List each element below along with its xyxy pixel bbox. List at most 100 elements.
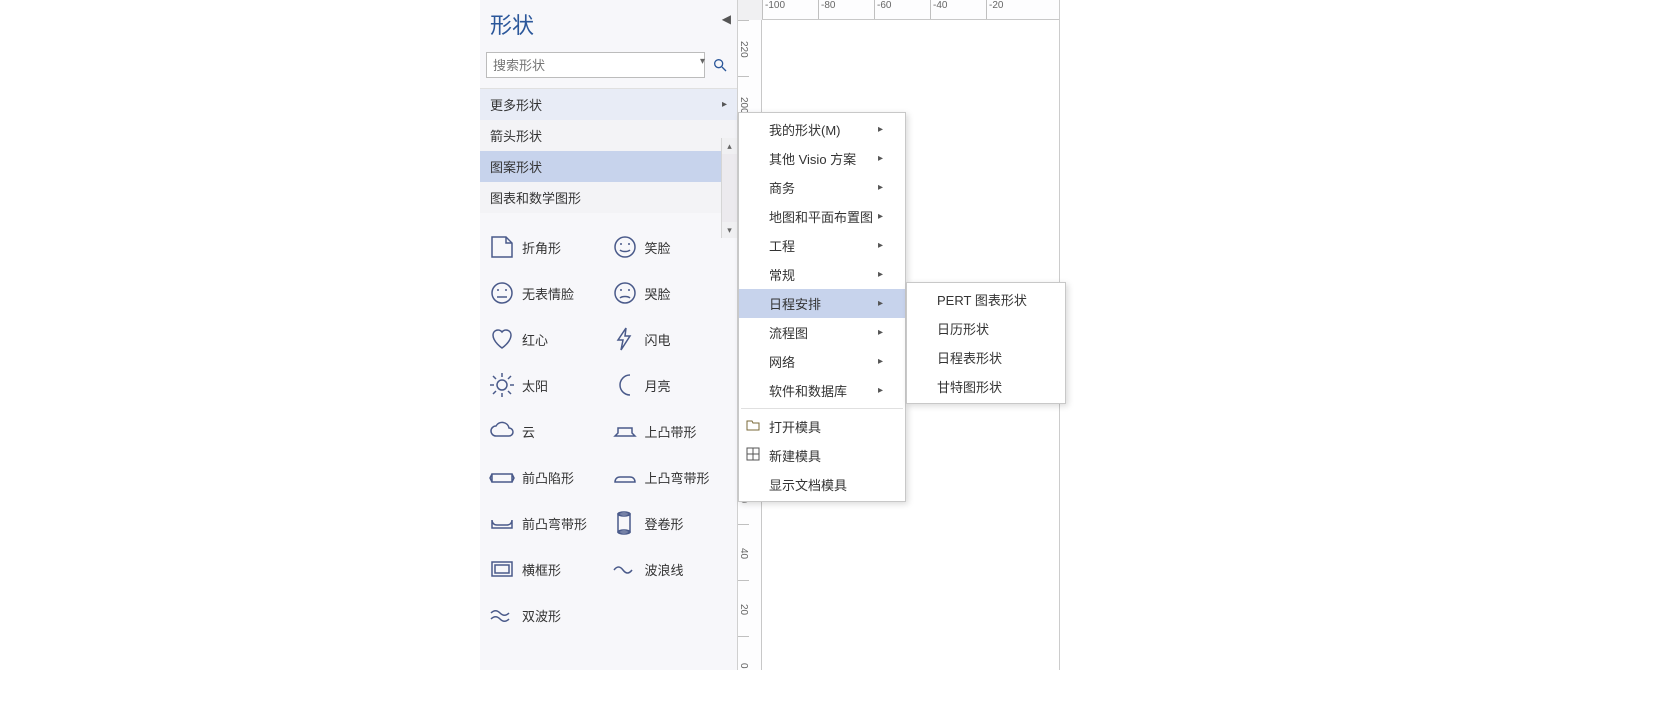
schedule-submenu: PERT 图表形状日历形状日程表形状甘特图形状 <box>906 282 1066 404</box>
shape-label: 前凸陷形 <box>522 468 574 487</box>
neutral-icon <box>488 279 516 307</box>
shape-item[interactable]: 横框形 <box>488 555 607 583</box>
shape-label: 双波形 <box>522 606 561 625</box>
shape-label: 哭脸 <box>645 284 671 303</box>
menu-item[interactable]: 软件和数据库▸ <box>739 376 905 405</box>
category-label: 图表和数学图形 <box>490 188 581 207</box>
menu-item-label: 显示文档模具 <box>769 475 847 494</box>
shape-item[interactable]: 登卷形 <box>611 509 730 537</box>
ruler-tick: -100 <box>762 0 818 19</box>
menu-item[interactable]: 其他 Visio 方案 ▸ <box>739 144 905 173</box>
ribbon-curve-front-icon <box>488 509 516 537</box>
menu-item[interactable]: 工程 ▸ <box>739 231 905 260</box>
menu-item-label: 我的形状(M) <box>769 120 841 139</box>
menu-item[interactable]: 日程安排 ▸ <box>739 289 905 318</box>
shape-item[interactable]: 闪电 <box>611 325 730 353</box>
category-pattern-shapes[interactable]: 图案形状 <box>480 151 737 182</box>
category-arrow-shapes[interactable]: 箭头形状 <box>480 120 737 151</box>
menu-item-label: 流程图 <box>769 323 808 342</box>
shape-label: 折角形 <box>522 238 561 257</box>
double-wave-icon <box>488 601 516 629</box>
shape-item[interactable]: 云 <box>488 417 607 445</box>
menu-item-label: 日历形状 <box>937 319 989 338</box>
shape-item[interactable]: 哭脸 <box>611 279 730 307</box>
shape-label: 上凸带形 <box>645 422 697 441</box>
scroll-down-button[interactable]: ▾ <box>722 222 737 238</box>
heart-icon <box>488 325 516 353</box>
wave-icon <box>611 555 639 583</box>
collapse-panel-button[interactable]: ◀ <box>722 12 731 26</box>
shape-label: 前凸弯带形 <box>522 514 587 533</box>
menu-item[interactable]: 打开模具 <box>739 412 905 441</box>
shape-grid: 折角形 笑脸无表情脸 哭脸红心 闪电太阳 月亮云 上凸带形前凸陷形 上凸弯带形前凸弯带形 登卷… <box>480 213 737 637</box>
frown-icon <box>611 279 639 307</box>
ruler-tick: 0 <box>738 636 749 692</box>
shape-item[interactable]: 太阳 <box>488 371 607 399</box>
shape-label: 月亮 <box>645 376 671 395</box>
menu-item-label: 工程 <box>769 236 795 255</box>
menu-item[interactable]: 常规▸ <box>739 260 905 289</box>
menu-item[interactable]: 网络▸ <box>739 347 905 376</box>
ribbon-curve-up-icon <box>611 463 639 491</box>
menu-item[interactable]: 日历形状 <box>907 314 1065 343</box>
chevron-right-icon: ▸ <box>878 356 883 367</box>
category-scrollbar[interactable]: ▴ ▾ <box>721 138 737 238</box>
horizontal-ruler: -100-80-60-40-20 <box>762 0 1059 20</box>
menu-item[interactable]: 商务▸ <box>739 173 905 202</box>
shape-label: 红心 <box>522 330 548 349</box>
menu-item[interactable]: 甘特图形状 <box>907 372 1065 401</box>
ruler-tick: 20 <box>738 580 749 636</box>
menu-item[interactable]: PERT 图表形状 <box>907 285 1065 314</box>
chevron-right-icon: ▸ <box>722 99 727 110</box>
chevron-right-icon: ▸ <box>878 211 883 222</box>
ruler-tick: 40 <box>738 524 749 580</box>
scroll-up-button[interactable]: ▴ <box>722 138 737 154</box>
shape-item[interactable]: 笑脸 <box>611 233 730 261</box>
shape-item[interactable]: 无表情脸 <box>488 279 607 307</box>
menu-separator <box>741 408 903 409</box>
shape-item[interactable]: 波浪线 <box>611 555 730 583</box>
chevron-right-icon: ▸ <box>878 153 883 164</box>
category-charts-math[interactable]: 图表和数学图形 <box>480 182 737 213</box>
ruler-tick: 220 <box>738 20 749 76</box>
chevron-right-icon: ▸ <box>878 240 883 251</box>
category-more-shapes[interactable]: 更多形状 ▸ <box>480 89 737 120</box>
ribbon-up-icon <box>611 417 639 445</box>
menu-item[interactable]: 新建模具 <box>739 441 905 470</box>
shape-label: 云 <box>522 422 535 441</box>
chevron-right-icon: ▸ <box>878 269 883 280</box>
menu-item-label: 其他 Visio 方案 <box>769 149 856 168</box>
shape-label: 闪电 <box>645 330 671 349</box>
chevron-right-icon: ▸ <box>878 298 883 309</box>
shape-item[interactable]: 红心 <box>488 325 607 353</box>
search-shapes-input[interactable] <box>486 52 705 78</box>
shape-item[interactable]: 双波形 <box>488 601 607 629</box>
shape-item[interactable]: 前凸弯带形 <box>488 509 607 537</box>
search-button[interactable] <box>709 54 731 76</box>
category-list: 更多形状 ▸ 箭头形状 图案形状 图表和数学图形 <box>480 88 737 213</box>
chevron-right-icon: ▸ <box>878 124 883 135</box>
search-dropdown-icon[interactable]: ▾ <box>700 56 705 67</box>
chevron-right-icon: ▸ <box>878 182 883 193</box>
menu-item[interactable]: 日程表形状 <box>907 343 1065 372</box>
shape-item[interactable]: 折角形 <box>488 233 607 261</box>
bolt-icon <box>611 325 639 353</box>
menu-item[interactable]: 流程图 ▸ <box>739 318 905 347</box>
category-label: 更多形状 <box>490 95 542 114</box>
chevron-right-icon: ▸ <box>878 385 883 396</box>
shape-item[interactable]: 上凸带形 <box>611 417 730 445</box>
ruler-tick: -80 <box>818 0 874 19</box>
chevron-right-icon: ▸ <box>878 327 883 338</box>
shape-item[interactable]: 上凸弯带形 <box>611 463 730 491</box>
shapes-panel: 形状 ◀ ▾ 更多形状 ▸ 箭头形状 图案形状 图表和数学图形 <box>480 0 738 670</box>
menu-item-label: 日程安排 <box>769 294 821 313</box>
menu-item[interactable]: 我的形状(M) ▸ <box>739 115 905 144</box>
menu-item[interactable]: 地图和平面布置图▸ <box>739 202 905 231</box>
menu-item[interactable]: 显示文档模具 <box>739 470 905 499</box>
menu-item-label: 日程表形状 <box>937 348 1002 367</box>
search-icon <box>712 57 728 73</box>
shape-item[interactable]: 月亮 <box>611 371 730 399</box>
scroll-icon <box>611 509 639 537</box>
shape-item[interactable]: 前凸陷形 <box>488 463 607 491</box>
ruler-tick: -60 <box>874 0 930 19</box>
